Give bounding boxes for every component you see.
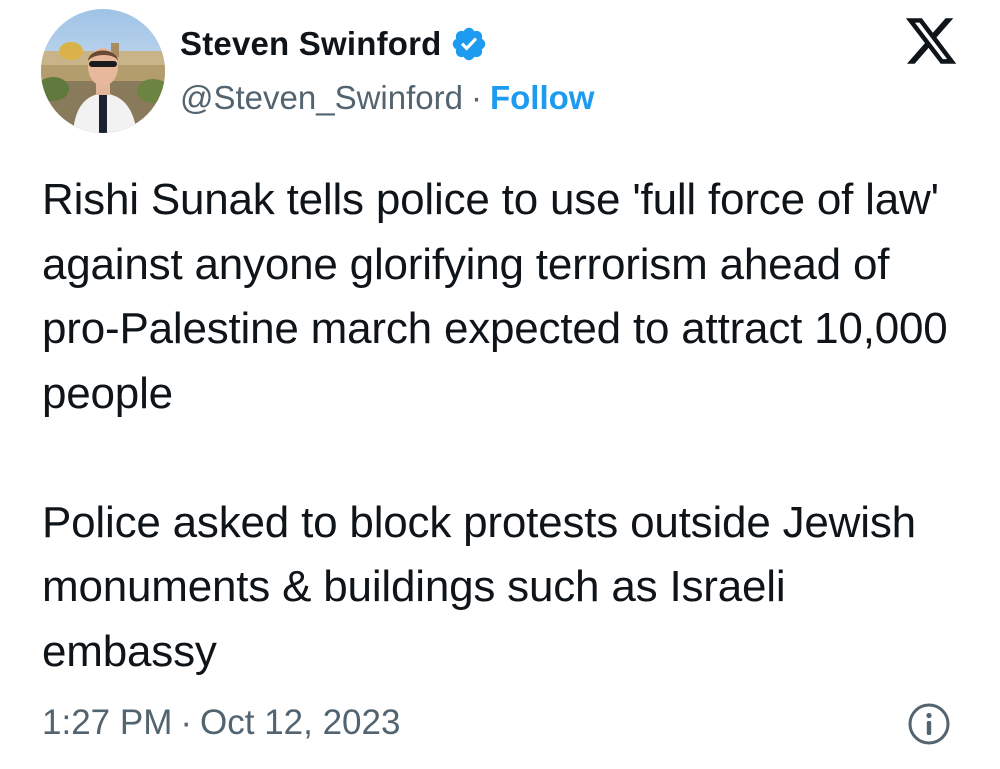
tweet-date: Oct 12, 2023 bbox=[200, 703, 401, 742]
tweet-timestamp[interactable]: 1:27 PM · Oct 12, 2023 bbox=[42, 698, 400, 748]
author-name-row: Steven Swinford bbox=[180, 22, 488, 66]
avatar-photo bbox=[41, 9, 165, 133]
x-logo-icon[interactable] bbox=[903, 13, 959, 69]
avatar[interactable] bbox=[41, 9, 165, 133]
author-handle-row: @Steven_Swinford · Follow bbox=[180, 76, 594, 120]
tweet-card: Steven Swinford @Steven_Swinford · Follo… bbox=[0, 0, 1000, 769]
verified-badge-icon bbox=[450, 25, 488, 63]
author-handle[interactable]: @Steven_Swinford bbox=[180, 79, 463, 117]
info-icon[interactable] bbox=[907, 702, 951, 746]
tweet-text: Rishi Sunak tells police to use 'full fo… bbox=[42, 175, 948, 676]
follow-button[interactable]: Follow bbox=[490, 79, 594, 117]
separator-dot: · bbox=[470, 79, 482, 116]
timestamp-separator-dot: · bbox=[180, 703, 193, 742]
author-display-name[interactable]: Steven Swinford bbox=[180, 25, 442, 63]
tweet-time: 1:27 PM bbox=[42, 703, 173, 742]
